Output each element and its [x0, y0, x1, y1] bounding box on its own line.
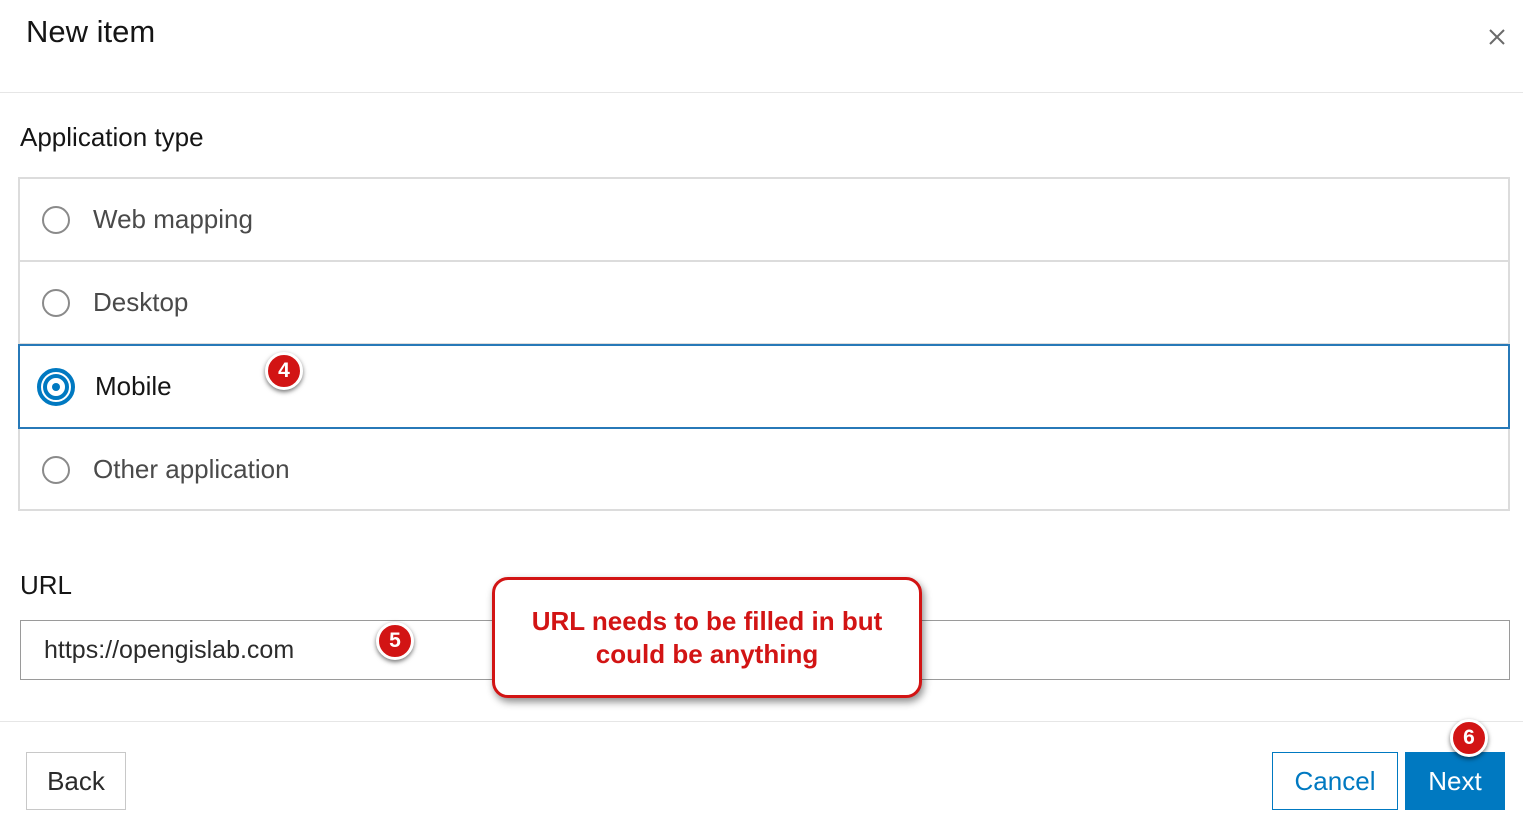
radio-option-web-mapping[interactable]: Web mapping: [20, 179, 1508, 262]
url-label: URL: [20, 570, 73, 600]
radio-button-checked[interactable]: [37, 367, 75, 406]
back-button[interactable]: Back: [26, 752, 126, 810]
next-button[interactable]: Next: [1405, 752, 1505, 810]
cancel-button[interactable]: Cancel: [1272, 752, 1398, 810]
radio-option-mobile[interactable]: Mobile: [18, 344, 1510, 429]
radio-option-label: Desktop: [93, 287, 189, 317]
dialog-header: New item: [0, 0, 1523, 93]
new-item-dialog: New item Application type Web mapping De…: [0, 0, 1523, 822]
close-icon: [1489, 29, 1505, 45]
step-badge-5: 5: [376, 622, 414, 660]
annotation-callout: URL needs to be filled in but could be a…: [492, 577, 922, 698]
radio-option-label: Other application: [93, 454, 290, 484]
radio-option-label: Web mapping: [93, 204, 253, 234]
close-button[interactable]: [1480, 20, 1514, 54]
radio-button-unchecked[interactable]: [42, 288, 70, 317]
step-badge-6: 6: [1450, 719, 1488, 757]
radio-button-unchecked[interactable]: [42, 455, 70, 484]
radio-option-label: Mobile: [95, 371, 172, 401]
dialog-title: New item: [26, 14, 156, 49]
application-type-label: Application type: [20, 122, 204, 152]
radio-option-desktop[interactable]: Desktop: [20, 262, 1508, 345]
radio-button-unchecked[interactable]: [42, 205, 70, 234]
step-badge-4: 4: [265, 352, 303, 390]
radio-option-other-application[interactable]: Other application: [20, 428, 1508, 511]
application-type-radio-group: Web mapping Desktop Mobile Other applica…: [18, 177, 1510, 511]
dialog-footer: Back Cancel Next: [0, 721, 1523, 822]
